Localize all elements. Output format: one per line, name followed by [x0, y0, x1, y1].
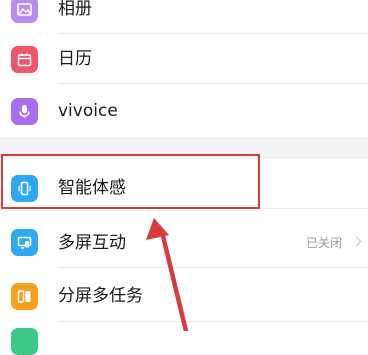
settings-item-label: 相册 — [58, 0, 92, 19]
settings-item-multi-screen[interactable]: 多屏互动 已关闭 — [0, 216, 368, 268]
chevron-right-icon — [351, 236, 362, 247]
settings-item-label: 日历 — [58, 49, 92, 69]
settings-item-photos[interactable]: 相册 — [0, 0, 368, 34]
divider — [58, 208, 368, 209]
calendar-icon — [11, 46, 38, 73]
status-value: 已关闭 — [305, 236, 342, 250]
split-screen-icon — [11, 283, 38, 310]
settings-item-label: vivoice — [58, 101, 118, 121]
settings-item-smart-motion[interactable]: 智能体感 — [0, 159, 368, 209]
settings-item-partial — [0, 322, 368, 355]
settings-item-label: 智能体感 — [58, 178, 126, 198]
settings-item-calendar[interactable]: 日历 — [0, 34, 368, 84]
screen-cast-icon — [11, 229, 38, 256]
settings-screen: 相册 日历 vivoice 智能体感 多屏互动 已关闭 分屏多任务 — [0, 0, 368, 355]
section-separator — [0, 137, 368, 159]
settings-item-vivoice[interactable]: vivoice — [0, 87, 368, 137]
photos-icon — [11, 0, 38, 23]
phone-motion-icon — [11, 175, 38, 202]
divider — [58, 267, 368, 268]
settings-item-label: 多屏互动 — [58, 233, 126, 253]
settings-item-split-screen[interactable]: 分屏多任务 — [0, 270, 368, 322]
divider — [58, 83, 368, 84]
settings-item-label: 分屏多任务 — [58, 286, 143, 306]
app-icon — [11, 328, 38, 355]
microphone-icon — [11, 98, 38, 125]
